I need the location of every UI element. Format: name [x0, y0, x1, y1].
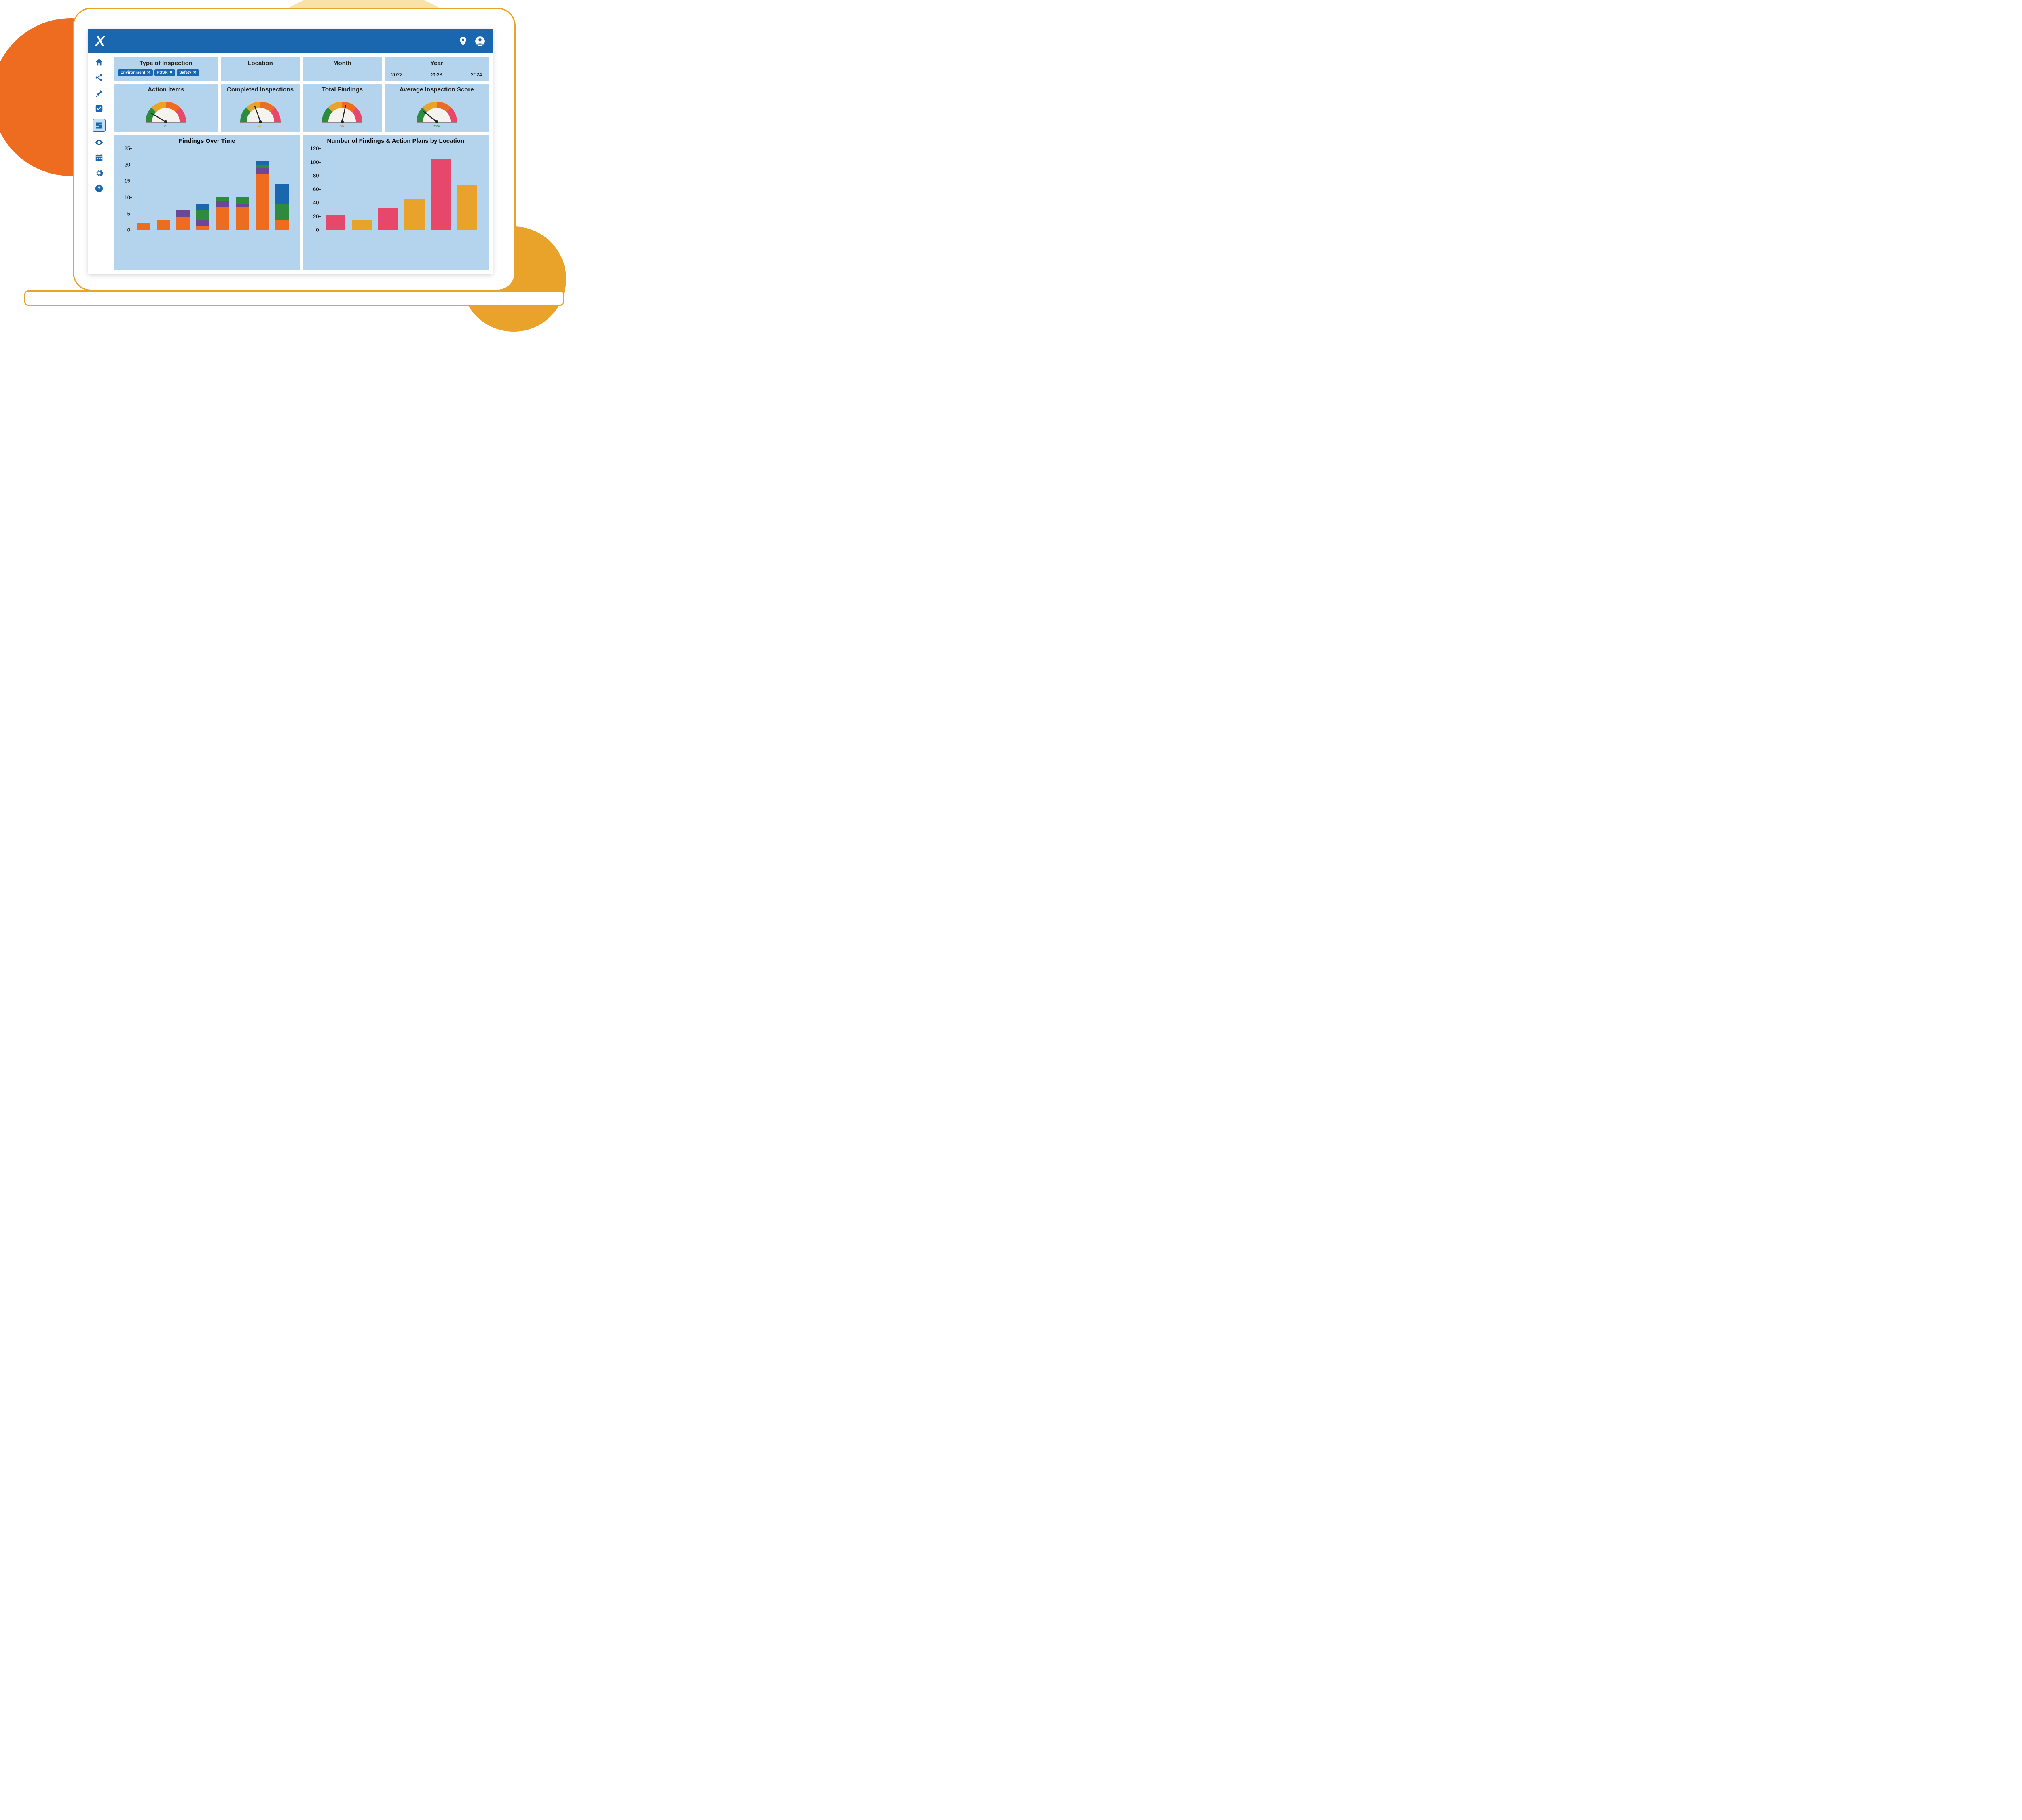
filter-label: Location — [225, 60, 296, 67]
filter-year[interactable]: Year 2022 2023 2024 — [385, 57, 489, 81]
bar — [352, 220, 372, 230]
svg-text:?: ? — [97, 186, 101, 192]
close-icon: ✕ — [169, 70, 173, 75]
bar — [216, 197, 229, 230]
filter-month[interactable]: Month — [303, 57, 382, 81]
chart-findings-over-time: Findings Over Time 0 5 10 15 20 25 — [114, 135, 300, 270]
share-icon[interactable] — [94, 73, 104, 83]
chart-findings-by-location: Number of Findings & Action Plans by Loc… — [303, 135, 489, 270]
bar — [236, 197, 249, 230]
chip-environment[interactable]: Environment✕ — [118, 69, 153, 76]
main-content: Type of Inspection Environment✕ PSSR✕ Sa… — [110, 53, 493, 274]
filter-type-inspection[interactable]: Type of Inspection Environment✕ PSSR✕ Sa… — [114, 57, 218, 81]
checkbox-icon[interactable] — [94, 104, 104, 113]
filter-label: Year — [389, 60, 484, 67]
sidebar: ? — [88, 53, 110, 274]
close-icon: ✕ — [147, 70, 150, 75]
gear-icon[interactable] — [94, 168, 104, 178]
chip-safety[interactable]: Safety✕ — [177, 69, 199, 76]
location-pin-icon[interactable] — [458, 36, 468, 47]
filter-location[interactable]: Location — [221, 57, 300, 81]
gauge-label: Action Items — [148, 86, 184, 93]
bar — [326, 215, 345, 230]
bar — [275, 184, 289, 230]
bar — [457, 185, 477, 230]
calendar-icon[interactable] — [94, 153, 104, 163]
gauge-action-items: Action Items 21 — [114, 84, 218, 132]
gauge-completed-inspections: Completed Inspections 40 — [221, 84, 300, 132]
app-window: X ? Type of Inspection Environment✕ PSSR… — [88, 29, 493, 274]
close-icon: ✕ — [193, 70, 196, 75]
bar — [157, 220, 170, 230]
svg-text:25%: 25% — [433, 124, 440, 128]
dashboard-icon[interactable] — [93, 119, 106, 132]
gauge-label: Total Findings — [322, 86, 363, 93]
svg-text:40: 40 — [258, 124, 262, 128]
bar — [176, 210, 190, 230]
help-icon[interactable]: ? — [94, 184, 104, 193]
year-option[interactable]: 2023 — [431, 72, 442, 78]
user-account-icon[interactable] — [475, 36, 485, 47]
gauge-label: Average Inspection Score — [400, 86, 474, 93]
year-option[interactable]: 2024 — [471, 72, 482, 78]
gauge-total-findings: Total Findings 56 — [303, 84, 382, 132]
logo: X — [95, 34, 104, 49]
bar — [431, 159, 451, 230]
year-option[interactable]: 2022 — [391, 72, 402, 78]
eye-icon[interactable] — [94, 138, 104, 147]
chip-row: Environment✕ PSSR✕ Safety✕ — [118, 69, 214, 76]
home-icon[interactable] — [94, 57, 104, 67]
filter-label: Month — [307, 60, 378, 67]
topbar: X — [88, 29, 493, 53]
svg-text:56: 56 — [340, 124, 344, 128]
bar — [404, 199, 424, 230]
chart-title: Number of Findings & Action Plans by Loc… — [307, 138, 485, 144]
svg-text:21: 21 — [164, 124, 168, 128]
filter-label: Type of Inspection — [118, 60, 214, 67]
chip-pssr[interactable]: PSSR✕ — [154, 69, 176, 76]
chart-title: Findings Over Time — [118, 138, 296, 144]
bar — [256, 161, 269, 230]
bar — [378, 208, 398, 230]
bar — [196, 204, 209, 230]
gauge-avg-score: Average Inspection Score 25% — [385, 84, 489, 132]
bar — [137, 223, 150, 230]
pin-icon[interactable] — [94, 88, 104, 98]
gauge-label: Completed Inspections — [227, 86, 294, 93]
